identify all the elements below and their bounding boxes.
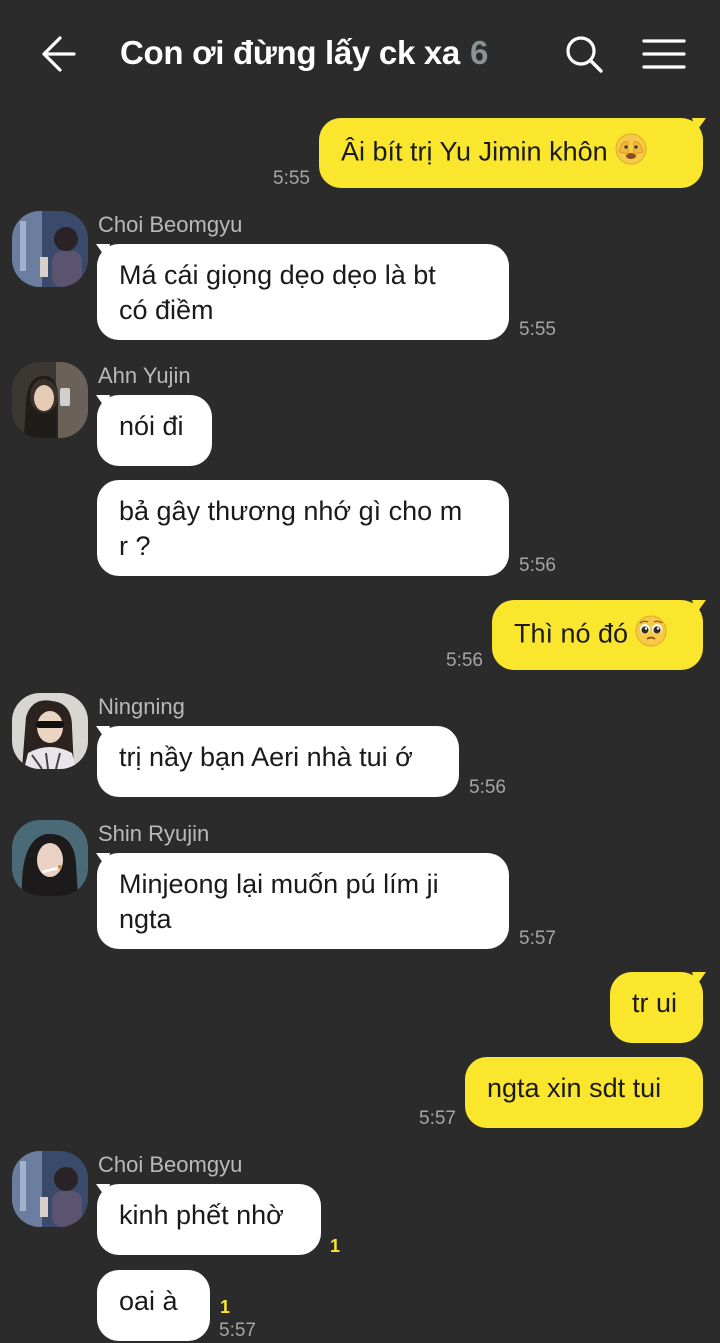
message-time: 5:56 [446, 650, 483, 671]
message-text: trị nầy bạn Aeri nhà tui ớ [119, 742, 413, 772]
avatar-ningning[interactable] [12, 693, 88, 769]
message-time: 5:55 [519, 319, 556, 340]
their-message-bubble[interactable]: oai à [97, 1270, 210, 1341]
bubble-tail [692, 118, 706, 132]
message-text: nói đi [119, 411, 184, 441]
bubble-tail [692, 600, 706, 614]
back-button[interactable] [36, 34, 80, 74]
chat-title: Con ơi đừng lấy ck xa 6 [120, 34, 488, 72]
avatar-ahn-yujin[interactable] [12, 362, 88, 438]
sender-name: Ningning [98, 694, 185, 719]
their-message-bubble[interactable]: bả gây thương nhớ gì cho m r ? [97, 480, 509, 576]
message-text: kinh phết nhờ [119, 1200, 284, 1230]
message-text: bả gây thương nhớ gì cho m r ? [119, 496, 463, 561]
sender-name: Shin Ryujin [98, 821, 210, 846]
member-count: 6 [469, 34, 489, 71]
message-text: Âi bít trị Yu Jimin khôn [341, 136, 608, 167]
sender-name: Choi Beomgyu [98, 212, 243, 237]
message-time: 5:55 [273, 168, 310, 189]
their-message-bubble[interactable]: kinh phết nhờ [97, 1184, 321, 1255]
chat-title-text: Con ơi đừng lấy ck xa [120, 34, 460, 71]
pleading-face-icon [634, 614, 668, 657]
my-message-bubble[interactable]: ngta xin sdt tui [465, 1057, 703, 1128]
message-time: 5:57 [219, 1320, 256, 1341]
my-message-bubble[interactable]: Âi bít trị Yu Jimin khôn [319, 118, 703, 188]
avatar-choi-beomgyu[interactable] [12, 1151, 88, 1227]
message-time: 5:57 [519, 928, 556, 949]
my-message-bubble[interactable]: tr ui [610, 972, 703, 1043]
their-message-bubble[interactable]: Minjeong lại muốn pú lím ji ngta [97, 853, 509, 949]
unread-count: 1 [220, 1297, 231, 1317]
arrow-left-icon [42, 36, 76, 72]
avatar-choi-beomgyu[interactable] [12, 211, 88, 287]
message-text: Má cái giọng dẹo dẹo là bt có điềm [119, 260, 436, 325]
message-time: 5:56 [469, 777, 506, 798]
avatar-shin-ryujin[interactable] [12, 820, 88, 896]
message-text: ngta xin sdt tui [487, 1073, 662, 1103]
unread-count: 1 [330, 1236, 341, 1256]
message-text: oai à [119, 1286, 178, 1316]
my-message-bubble[interactable]: Thì nó đó [492, 600, 703, 670]
menu-button[interactable] [642, 36, 686, 72]
chat-header: Con ơi đừng lấy ck xa 6 [0, 0, 720, 110]
search-button[interactable] [562, 32, 606, 76]
message-text: tr ui [632, 988, 678, 1018]
message-text: Minjeong lại muốn pú lím ji ngta [119, 869, 439, 934]
message-text: Thì nó đó [514, 618, 629, 649]
their-message-bubble[interactable]: nói đi [97, 395, 212, 466]
sender-name: Ahn Yujin [98, 363, 191, 388]
their-message-bubble[interactable]: trị nầy bạn Aeri nhà tui ớ [97, 726, 459, 797]
message-time: 5:56 [519, 555, 556, 576]
bubble-tail [692, 972, 706, 986]
message-time: 5:57 [419, 1108, 456, 1129]
sender-name: Choi Beomgyu [98, 1152, 243, 1177]
hamburger-menu-icon [642, 39, 686, 69]
search-icon [566, 36, 603, 73]
face-peeking-eye-icon [614, 132, 648, 175]
their-message-bubble[interactable]: Má cái giọng dẹo dẹo là bt có điềm [97, 244, 509, 340]
